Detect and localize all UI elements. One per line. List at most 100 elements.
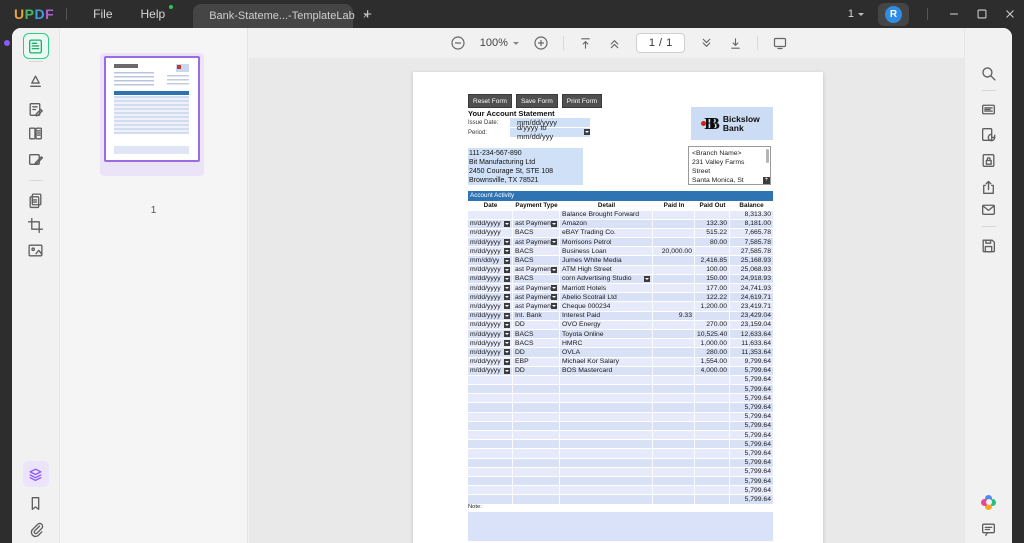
cell-detail[interactable] (560, 476, 653, 486)
cell-paid-in[interactable] (653, 495, 695, 504)
zoom-out-button[interactable] (450, 35, 466, 51)
cell-date[interactable]: m/dd/yyyy (468, 284, 513, 293)
cell-paid-out[interactable]: 150.00 (695, 274, 730, 283)
cell-payment-type[interactable] (513, 394, 560, 403)
presentation-mode-button[interactable] (772, 35, 788, 51)
cell-payment-type[interactable]: BACS (513, 256, 560, 265)
cell-paid-out[interactable]: 2,416.85 (695, 256, 730, 265)
cell-date[interactable]: m/dd/yyyy (468, 357, 513, 366)
cell-detail[interactable] (560, 421, 653, 430)
cell-paid-out[interactable]: 270.00 (695, 320, 730, 329)
cell-detail[interactable] (560, 385, 653, 394)
cell-detail[interactable] (560, 449, 653, 458)
cell-paid-out[interactable] (695, 247, 730, 256)
field-dropdown-icon[interactable] (551, 285, 557, 292)
account-button[interactable]: R (878, 2, 909, 26)
cell-balance[interactable]: 25,068.93 (730, 266, 773, 274)
ai-assistant-icon[interactable] (976, 489, 1002, 515)
cell-paid-out[interactable]: 132.30 (695, 219, 730, 228)
cell-detail[interactable]: Toyota Online (560, 329, 653, 339)
field-dropdown-icon[interactable] (504, 331, 510, 338)
cell-paid-out[interactable] (695, 421, 730, 430)
cell-balance[interactable]: 5,799.64 (730, 367, 773, 375)
zoom-in-button[interactable] (533, 35, 549, 51)
cell-balance[interactable]: 5,799.64 (730, 413, 773, 421)
organize-pages-icon[interactable] (23, 120, 49, 146)
note-field[interactable] (468, 512, 773, 541)
export-image-icon[interactable] (23, 237, 49, 263)
cell-payment-type[interactable]: BACS (513, 329, 560, 339)
menu-file[interactable]: File (79, 0, 126, 28)
protect-icon[interactable] (976, 147, 1002, 173)
cell-balance[interactable]: 24,741.93 (730, 284, 773, 292)
field-dropdown-icon[interactable] (504, 239, 510, 246)
minimize-button[interactable] (940, 0, 968, 28)
cell-paid-in[interactable] (653, 366, 695, 375)
cell-payment-type[interactable]: DD (513, 366, 560, 375)
cell-balance[interactable]: 11,353.64 (730, 348, 773, 356)
cell-payment-type[interactable]: DD (513, 348, 560, 357)
field-dropdown-icon[interactable] (504, 220, 510, 227)
cell-date[interactable] (468, 385, 513, 394)
field-dropdown-icon[interactable] (504, 285, 510, 292)
cell-paid-in[interactable] (653, 293, 695, 302)
cell-paid-out[interactable] (695, 431, 730, 440)
cell-paid-out[interactable] (695, 440, 730, 449)
cell-date[interactable] (468, 394, 513, 403)
menu-help[interactable]: Help (127, 0, 180, 28)
cell-payment-type[interactable] (513, 440, 560, 449)
attachment-icon[interactable] (23, 516, 49, 542)
cell-paid-in[interactable] (653, 375, 695, 385)
cell-date[interactable]: m/dd/yyyy (468, 366, 513, 375)
cell-payment-type[interactable]: ast Paymen (513, 219, 560, 228)
document-canvas[interactable]: Reset Form Save Form Print Form Your Acc… (249, 58, 964, 543)
cell-paid-in[interactable] (653, 274, 695, 283)
reset-form-button[interactable]: Reset Form (468, 94, 512, 108)
cell-detail[interactable] (560, 467, 653, 476)
cell-detail[interactable] (560, 486, 653, 495)
cell-payment-type[interactable] (513, 476, 560, 486)
branch-expand-icon[interactable]: + (763, 177, 770, 184)
cell-payment-type[interactable] (513, 385, 560, 394)
field-dropdown-icon[interactable] (504, 257, 510, 264)
cell-paid-in[interactable] (653, 238, 695, 247)
cell-payment-type[interactable] (513, 403, 560, 412)
field-dropdown-icon[interactable] (504, 303, 510, 310)
field-dropdown-icon[interactable] (644, 275, 650, 282)
cell-paid-out[interactable] (695, 467, 730, 476)
field-dropdown-icon[interactable] (504, 266, 510, 273)
cell-payment-type[interactable]: EBP (513, 357, 560, 366)
cell-date[interactable]: m/dd/yyyy (468, 219, 513, 228)
cell-detail[interactable]: Morrisons Petrol (560, 238, 653, 247)
cell-balance[interactable]: 5,799.64 (730, 394, 773, 402)
field-dropdown-icon[interactable] (551, 303, 557, 310)
window-count-dropdown[interactable]: 1 (840, 8, 872, 20)
new-tab-button[interactable]: + (363, 6, 372, 23)
cell-date[interactable]: m/dd/yyyy (468, 302, 513, 311)
cell-payment-type[interactable] (513, 467, 560, 476)
cell-date[interactable]: m/dd/yyyy (468, 293, 513, 302)
cell-detail[interactable]: Amazon (560, 219, 653, 228)
cell-date[interactable]: m/dd/yyyy (468, 348, 513, 357)
cell-balance[interactable]: 25,168.93 (730, 256, 773, 264)
cell-detail[interactable]: OVO Energy (560, 320, 653, 329)
reader-mode-icon[interactable] (22, 33, 49, 59)
cell-date[interactable]: mm/dd/yy (468, 256, 513, 265)
cell-paid-in[interactable] (653, 421, 695, 430)
cell-date[interactable] (468, 431, 513, 440)
cell-date[interactable] (468, 403, 513, 412)
cell-balance[interactable]: 5,799.64 (730, 422, 773, 430)
cell-date[interactable] (468, 476, 513, 486)
cell-paid-out[interactable] (695, 394, 730, 403)
cell-paid-in[interactable] (653, 219, 695, 228)
cell-paid-in[interactable] (653, 228, 695, 238)
cell-paid-out[interactable] (695, 375, 730, 385)
cell-paid-out[interactable]: 515.22 (695, 228, 730, 238)
field-dropdown-icon[interactable] (551, 239, 557, 246)
cell-detail[interactable] (560, 440, 653, 449)
maximize-button[interactable] (968, 0, 996, 28)
cell-paid-in[interactable] (653, 339, 695, 348)
cell-paid-out[interactable] (695, 403, 730, 412)
cell-payment-type[interactable]: ast Paymen (513, 302, 560, 311)
cell-balance[interactable]: 11,633.64 (730, 339, 773, 347)
